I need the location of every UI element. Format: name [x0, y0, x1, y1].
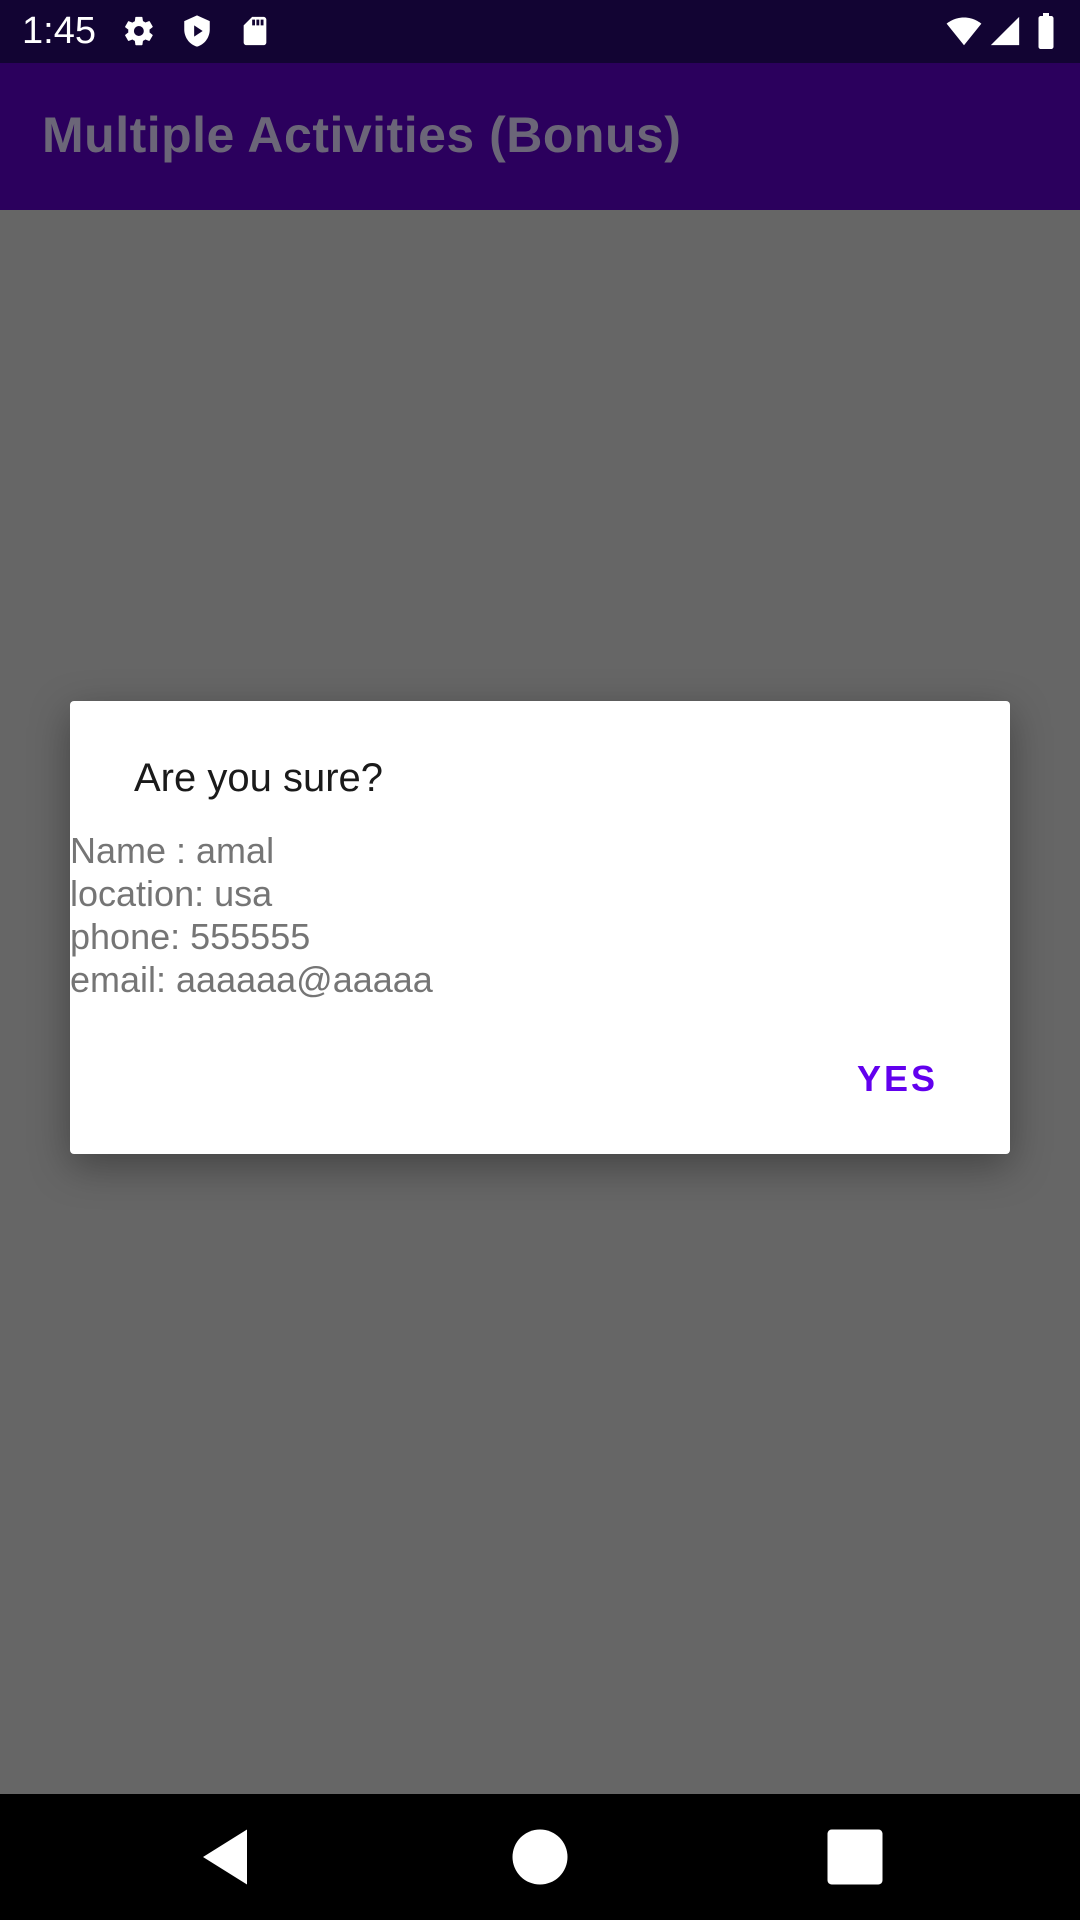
dialog-title: Are you sure? — [134, 756, 384, 800]
dialog-line-phone: phone: 555555 — [70, 916, 311, 957]
yes-button[interactable]: YES — [857, 1057, 938, 1101]
screen: 1:45 Multiple Activities (Bonus) Are you… — [0, 0, 1080, 1920]
home-icon[interactable] — [507, 1824, 573, 1890]
status-bar: 1:45 — [0, 0, 1080, 63]
wifi-icon — [944, 13, 984, 49]
gear-icon — [122, 13, 156, 49]
app-bar: Multiple Activities (Bonus) — [0, 63, 1080, 210]
navigation-bar — [0, 1794, 1080, 1920]
recents-icon[interactable] — [822, 1824, 888, 1890]
dialog-line-email: email: aaaaaa@aaaaa — [70, 959, 433, 1000]
back-icon[interactable] — [192, 1824, 258, 1890]
play-protect-icon — [180, 13, 214, 49]
dialog-line-name: Name : amal — [70, 830, 275, 871]
status-time: 1:45 — [22, 10, 96, 52]
dialog-line-location: location: usa — [70, 873, 273, 914]
battery-icon — [1034, 13, 1058, 49]
app-title: Multiple Activities (Bonus) — [42, 107, 682, 163]
confirm-dialog: Are you sure? Name : amal location: usa … — [70, 701, 1010, 1154]
sd-card-icon — [238, 13, 272, 49]
dialog-message: Name : amal location: usa phone: 555555 … — [70, 829, 433, 1001]
cell-signal-icon — [988, 13, 1022, 49]
